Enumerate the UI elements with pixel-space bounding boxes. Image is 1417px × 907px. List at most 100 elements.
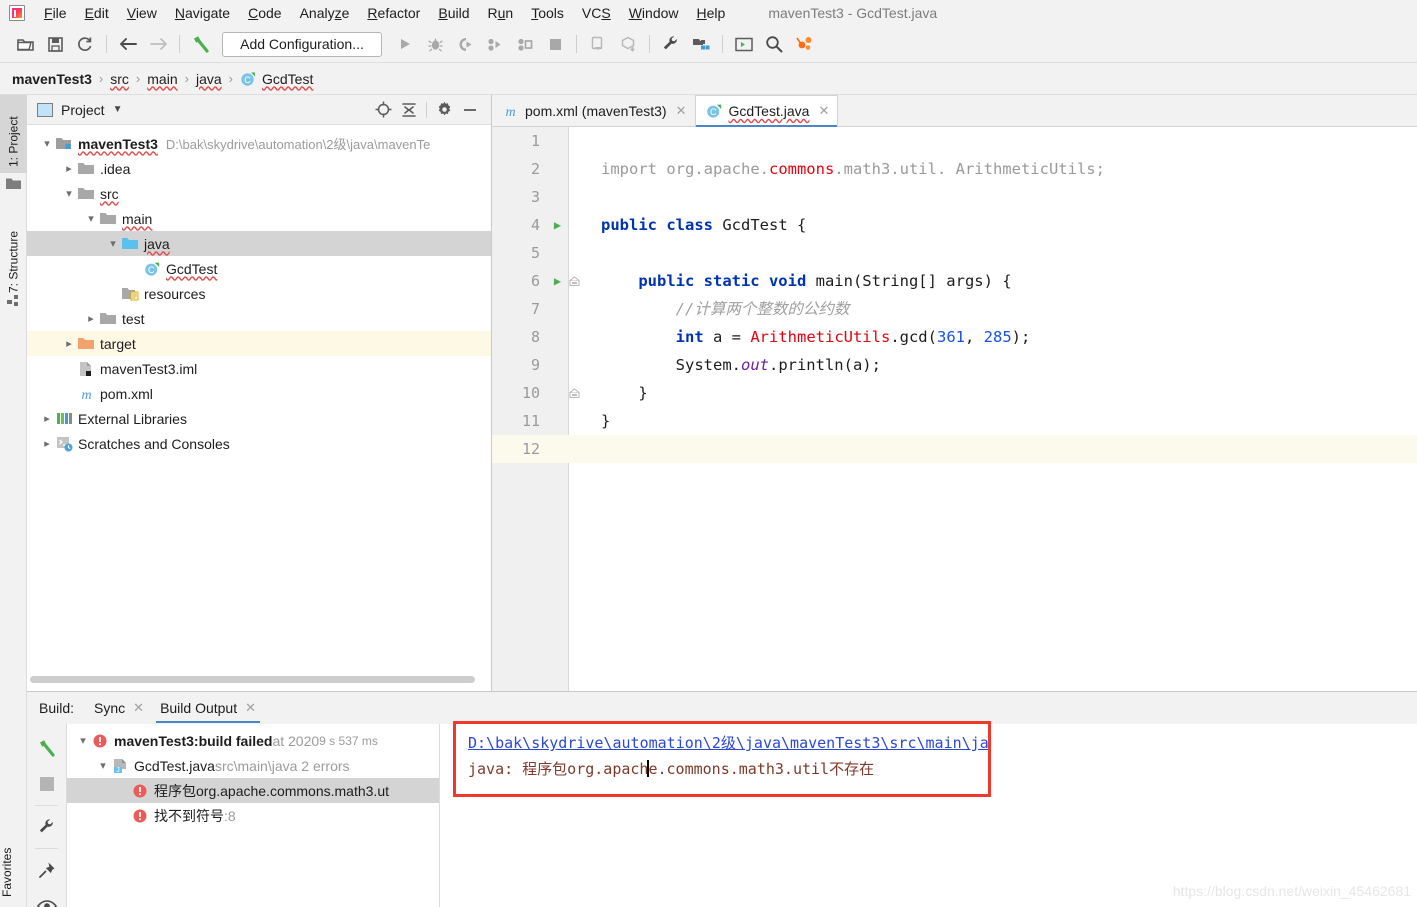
- error-icon: [131, 783, 149, 799]
- tree-node-java[interactable]: ▾ java: [27, 231, 491, 256]
- code-line-7: 7 //计算两个整数的公约数: [492, 295, 1417, 323]
- add-configuration-button[interactable]: Add Configuration...: [222, 31, 382, 57]
- editor-tab-gcdtest-java[interactable]: C GcdTest.java ✕: [694, 95, 839, 127]
- menu-item-vcs[interactable]: VCS: [573, 2, 620, 24]
- code-token: System.: [601, 356, 741, 374]
- tree-node-path: D:\bak\skydrive\automation\2级\java\maven…: [165, 137, 431, 152]
- menu-item-navigate[interactable]: Navigate: [166, 2, 239, 24]
- tree-node-test[interactable]: ▸ test: [27, 306, 491, 331]
- breadcrumb-item-java[interactable]: java: [196, 71, 222, 87]
- close-icon[interactable]: ✕: [133, 700, 144, 716]
- editor-tab-pom-xml-maventest3-[interactable]: m pom.xml (mavenTest3) ✕: [492, 95, 695, 126]
- build-tree-row[interactable]: 程序包org.apache.commons.math3.ut: [67, 778, 439, 803]
- chevron-right-icon[interactable]: ▸: [83, 312, 99, 325]
- tree-node-maventest3-iml[interactable]: mavenTest3.iml: [27, 356, 491, 381]
- tree-node-gcdtest[interactable]: C GcdTest: [27, 256, 491, 281]
- chevron-down-icon[interactable]: ▾: [39, 137, 55, 150]
- tree-node-src[interactable]: ▾ src: [27, 181, 491, 206]
- terminal-icon[interactable]: [729, 30, 759, 58]
- chevron-right-icon[interactable]: ▸: [61, 162, 77, 175]
- tree-node-target[interactable]: ▸ target: [27, 331, 491, 356]
- build-hammer-icon[interactable]: [186, 30, 216, 58]
- menu-item-build[interactable]: Build: [429, 2, 478, 24]
- code-line-1: 1: [492, 127, 1417, 155]
- menu-item-analyze[interactable]: Analyze: [291, 2, 359, 24]
- tree-node-external-libraries[interactable]: ▸ External Libraries: [27, 406, 491, 431]
- tree-node-resources[interactable]: resources: [27, 281, 491, 306]
- sidebar-item-favorites[interactable]: Favorites: [0, 837, 27, 907]
- search-everywhere-icon[interactable]: [759, 30, 789, 58]
- sidebar-item-structure[interactable]: 7: Structure: [0, 203, 27, 299]
- tree-node--idea[interactable]: ▸ .idea: [27, 156, 491, 181]
- menu-item-edit[interactable]: Edit: [76, 2, 118, 24]
- chevron-right-icon[interactable]: ▸: [39, 437, 55, 450]
- chevron-down-icon[interactable]: ▾: [105, 237, 121, 250]
- menu-item-run[interactable]: Run: [479, 2, 523, 24]
- project-hscrollbar[interactable]: [27, 676, 492, 685]
- save-all-icon[interactable]: [40, 30, 70, 58]
- menu-item-refactor[interactable]: Refactor: [358, 2, 429, 24]
- eye-icon[interactable]: [27, 888, 66, 907]
- menu-item-help[interactable]: Help: [688, 2, 735, 24]
- menu-item-view[interactable]: View: [118, 2, 166, 24]
- gutter-run-icon[interactable]: ▶: [546, 267, 569, 295]
- hide-minimize-icon[interactable]: [457, 98, 483, 122]
- close-icon[interactable]: ✕: [676, 103, 687, 119]
- menu-item-window[interactable]: Window: [620, 2, 688, 24]
- build-hammer-icon[interactable]: [27, 730, 66, 766]
- collapse-all-icon[interactable]: [396, 98, 422, 122]
- breadcrumb-item-gcdtest[interactable]: GcdTest: [262, 71, 313, 87]
- chevron-down-icon[interactable]: ▼: [113, 104, 123, 115]
- settings-gear-icon[interactable]: [431, 98, 457, 122]
- back-arrow-icon[interactable]: [113, 30, 143, 58]
- chevron-down-icon[interactable]: ▾: [83, 212, 99, 225]
- chevron-down-icon[interactable]: ▾: [61, 187, 77, 200]
- menu-item-file[interactable]: File: [35, 2, 76, 24]
- project-panel-header: Project ▼: [27, 95, 491, 125]
- open-folder-icon[interactable]: [10, 30, 40, 58]
- chevron-right-icon[interactable]: ▸: [39, 412, 55, 425]
- breadcrumb-item-maventest3[interactable]: mavenTest3: [12, 71, 92, 87]
- breadcrumb-item-src[interactable]: src: [110, 71, 129, 87]
- tab-build-output[interactable]: Build Output ✕: [156, 694, 261, 723]
- build-tree-row[interactable]: 找不到符号 :8: [67, 803, 439, 828]
- settings-wrench-icon[interactable]: [656, 30, 686, 58]
- tree-node-maventest3[interactable]: ▾ mavenTest3 D:\bak\skydrive\automation\2级…: [27, 131, 491, 156]
- close-icon[interactable]: ✕: [245, 700, 256, 716]
- line-number: 2: [530, 160, 540, 178]
- project-folder-icon: [6, 177, 21, 190]
- tab-sync[interactable]: Sync ✕: [90, 694, 148, 723]
- settings-wrench-icon[interactable]: [27, 809, 66, 845]
- gutter-fold-icon[interactable]: [569, 275, 593, 287]
- left-tool-window-bar: 1: Project 7: Structure Favorites: [0, 95, 27, 907]
- idea-feature-icon[interactable]: [789, 30, 819, 58]
- code-editor[interactable]: 1 2 import org.apache.commons.math3.util. …: [492, 127, 1417, 691]
- tree-node-pom-xml[interactable]: m pom.xml: [27, 381, 491, 406]
- pin-icon[interactable]: [27, 852, 66, 888]
- error-file-link[interactable]: D:\bak\skydrive\automation\2级\java\maven…: [468, 730, 988, 756]
- locate-target-icon[interactable]: [370, 98, 396, 122]
- breadcrumb: mavenTest3 › src › main › java › C GcdTest: [0, 63, 1417, 95]
- tree-node-scratches-and-consoles[interactable]: ▸ Scratches and Consoles: [27, 431, 491, 456]
- tree-node-main[interactable]: ▾ main: [27, 206, 491, 231]
- java-class-icon: C: [706, 103, 723, 119]
- line-number: 11: [521, 412, 540, 430]
- project-structure-icon[interactable]: [686, 30, 716, 58]
- chevron-down-icon[interactable]: ▾: [75, 734, 91, 747]
- gutter-run-icon[interactable]: ▶: [546, 211, 569, 239]
- menu-item-code[interactable]: Code: [239, 2, 290, 24]
- code-token: 361: [936, 328, 965, 346]
- build-tree-row[interactable]: ▾ J GcdTest.java src\main\java 2 errors: [67, 753, 439, 778]
- sync-refresh-icon[interactable]: [70, 30, 100, 58]
- code-line-11: 11}: [492, 407, 1417, 435]
- breadcrumb-item-main[interactable]: main: [147, 71, 177, 87]
- sidebar-item-project[interactable]: 1: Project: [0, 95, 27, 173]
- gutter-fold-icon[interactable]: [569, 387, 593, 399]
- code-token: public static void: [638, 272, 816, 290]
- close-icon[interactable]: ✕: [818, 103, 829, 119]
- menu-item-tools[interactable]: Tools: [522, 2, 573, 24]
- chevron-down-icon[interactable]: ▾: [95, 759, 111, 772]
- chevron-right-icon[interactable]: ▸: [61, 337, 77, 350]
- build-tree-row[interactable]: ▾ mavenTest3: build failed at 2020 9 s 53…: [67, 728, 439, 753]
